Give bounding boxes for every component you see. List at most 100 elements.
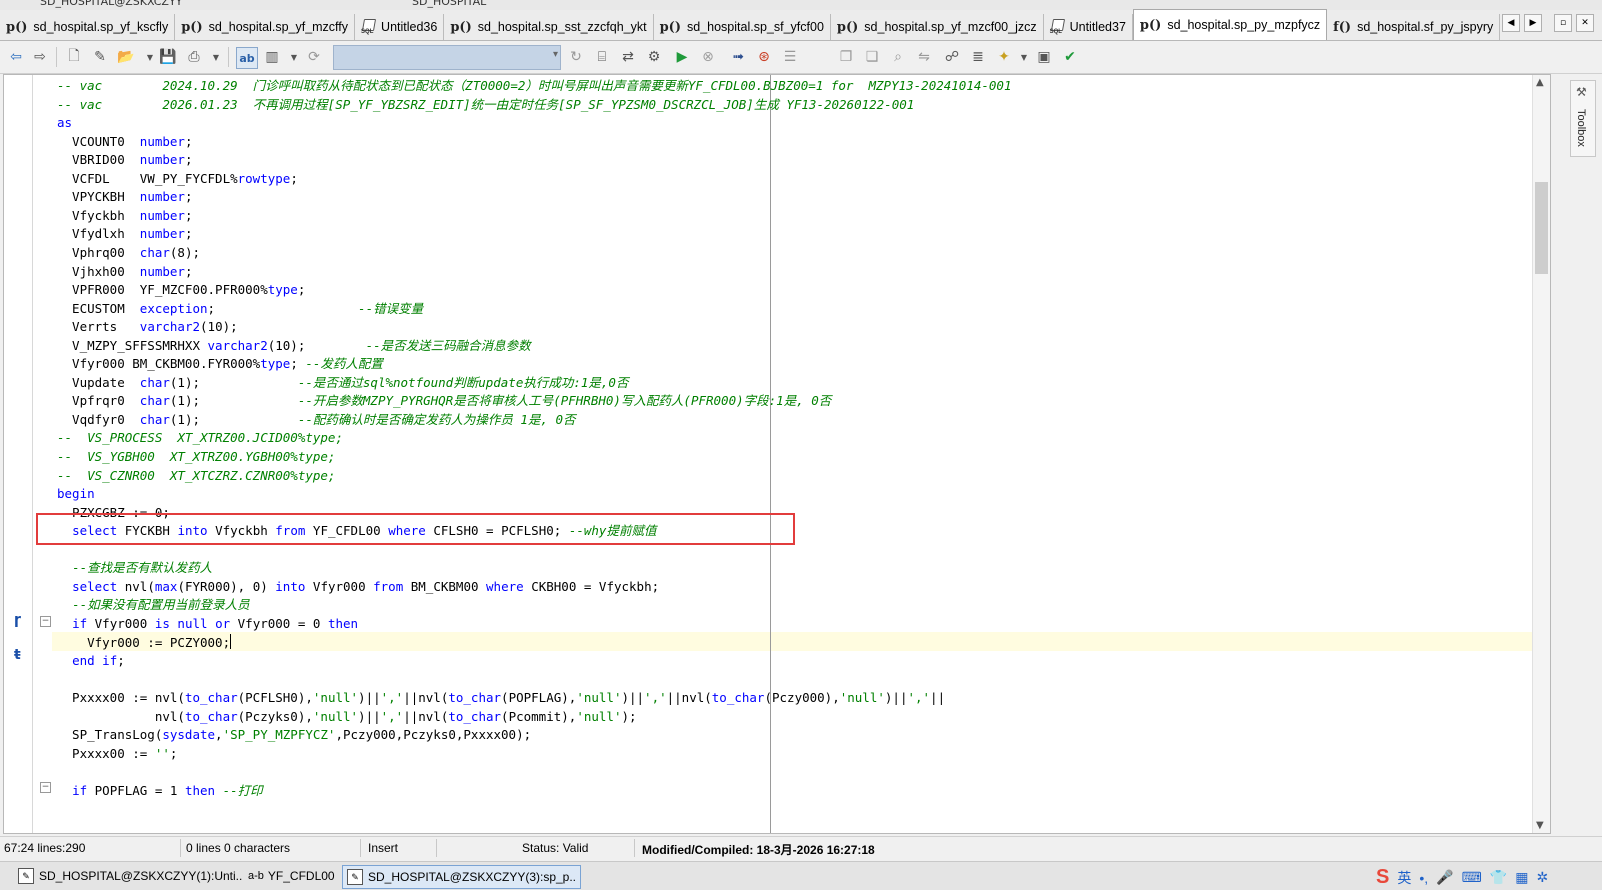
step-icon[interactable]: ➟: [728, 47, 748, 67]
code-line[interactable]: nvl(to_char(Pczyks0),'null')||','||nvl(t…: [57, 707, 637, 726]
debug-icon[interactable]: ⚙: [644, 47, 664, 67]
tab-next-icon[interactable]: ▶: [1524, 14, 1542, 32]
code-line[interactable]: VPYCKBH number;: [57, 187, 192, 206]
open-folder-icon[interactable]: 📂: [116, 47, 136, 67]
stop-icon[interactable]: ⊗: [698, 47, 718, 67]
split-view-icon[interactable]: ▥: [262, 47, 282, 67]
code-line[interactable]: Vjhxh00 number;: [57, 262, 192, 281]
code-line[interactable]: Pxxxx00 := nvl(to_char(PCFLSH0),'null')|…: [57, 688, 945, 707]
code-line[interactable]: VCFDL VW_PY_FYCFDL%rowtype;: [57, 169, 298, 188]
text-mode-icon[interactable]: ab: [236, 47, 258, 69]
indent-icon[interactable]: ☰: [780, 47, 800, 67]
forward-icon[interactable]: ⇨: [30, 47, 50, 67]
code-line[interactable]: VCOUNT0 number;: [57, 132, 192, 151]
code-line[interactable]: select nvl(max(FYR000), 0) into Vfyr000 …: [57, 577, 659, 596]
print-dropdown-icon[interactable]: ▼: [206, 47, 226, 67]
sql-icon[interactable]: ⌸: [592, 47, 612, 67]
task-window-3[interactable]: ✎ SD_HOSPITAL@ZSKXCZYY(3):sp_p..: [342, 865, 582, 889]
open-dropdown-icon[interactable]: ▼: [140, 47, 160, 67]
close-tab-icon[interactable]: ✕: [1576, 14, 1594, 32]
vertical-scrollbar[interactable]: ▲ ▼: [1532, 75, 1550, 833]
commit-icon[interactable]: ✔: [1060, 47, 1080, 67]
tab-2[interactable]: Untitled36: [355, 14, 445, 40]
task-window-1[interactable]: ✎ SD_HOSPITAL@ZSKXCZYY(1):Unti..: [14, 865, 246, 887]
copy-icon[interactable]: ❐: [836, 47, 856, 67]
tab-5[interactable]: p() sd_hospital.sp_yf_mzcf00_jzcz: [830, 14, 1044, 40]
skin-icon[interactable]: 👕: [1490, 869, 1507, 886]
code-line[interactable]: Vupdate char(1); --是否通过sql%notfound判断upd…: [57, 373, 628, 392]
compile-icon[interactable]: ⇄: [618, 47, 638, 67]
code-line[interactable]: Vpfrqr0 char(1); --开启参数MZPY_PYRGHQR是否将审核…: [57, 391, 831, 410]
code-line[interactable]: begin: [57, 484, 95, 503]
beautify-icon[interactable]: ✦: [994, 47, 1014, 67]
sogou-ime-icon[interactable]: S: [1376, 866, 1389, 889]
code-line[interactable]: -- vac 2026.01.23 不再调用过程[SP_YF_YBZSRZ_ED…: [57, 95, 914, 114]
code-line[interactable]: -- VS_YGBH00 XT_XTRZ00.YGBH00%type;: [57, 447, 335, 466]
refresh-object-icon[interactable]: ⟳: [304, 47, 324, 67]
tab-1[interactable]: p() sd_hospital.sp_yf_mzcffy: [175, 14, 356, 40]
microphone-icon[interactable]: 🎤: [1436, 869, 1453, 886]
scroll-down-icon[interactable]: ▼: [1536, 820, 1544, 831]
code-line[interactable]: Pxxxx00 := '';: [57, 744, 177, 763]
template-icon[interactable]: ▣: [1034, 47, 1054, 67]
code-line[interactable]: Vqdfyr0 char(1); --配药确认时是否确定发药人为操作员 1是, …: [57, 410, 575, 429]
new-object-icon[interactable]: ✎: [90, 47, 110, 67]
fold-toggle-icon[interactable]: −: [40, 616, 51, 627]
beautify-dropdown-icon[interactable]: ▼: [1014, 47, 1034, 67]
string-token: 'SP_PY_MZPFYCZ': [222, 727, 336, 743]
paste-icon[interactable]: ❏: [862, 47, 882, 67]
code-line[interactable]: Vfydlxh number;: [57, 224, 192, 243]
code-line[interactable]: ECUSTOM exception; --错误变量: [57, 299, 423, 318]
window-restore-icon[interactable]: ▫: [1554, 14, 1572, 32]
save-icon[interactable]: 💾: [158, 47, 178, 67]
keyboard-icon[interactable]: ⌨: [1462, 869, 1482, 886]
code-line[interactable]: -- vac 2024.10.29 门诊呼叫取药从待配状态到已配状态（ZT000…: [57, 76, 1011, 95]
code-line[interactable]: Verrts varchar2(10);: [57, 317, 238, 336]
punctuation-icon[interactable]: •,: [1419, 870, 1428, 886]
code-line[interactable]: V_MZPY_SFFSSMRHXX varchar2(10); --是否发送三码…: [57, 336, 531, 355]
tab-0[interactable]: p() sd_hospital.sp_yf_kscfly: [0, 14, 176, 40]
code-editor[interactable]: ɼ ŧ − − -- vac 2024.10.29 门诊呼叫取药从待配状态到已配…: [3, 74, 1551, 834]
code-line[interactable]: Vfyr000 := PCZY000;: [57, 633, 232, 652]
new-file-icon[interactable]: 🗋: [64, 47, 84, 67]
replace-icon[interactable]: ⇋: [914, 47, 934, 67]
tab-4[interactable]: p() sd_hospital.sp_sf_yfcf00: [653, 14, 831, 40]
code-line[interactable]: Vfyckbh number;: [57, 206, 192, 225]
tab-3[interactable]: p() sd_hospital.sp_sst_zzcfqh_ykt: [444, 14, 654, 40]
ime-language[interactable]: 英: [1397, 868, 1411, 888]
scroll-up-icon[interactable]: ▲: [1536, 77, 1544, 88]
code-line[interactable]: VBRID00 number;: [57, 150, 192, 169]
code-line[interactable]: -- VS_CZNR00 XT_XTCZRZ.CZNR00%type;: [57, 466, 335, 485]
code-line[interactable]: -- VS_PROCESS XT_XTRZ00.JCID00%type;: [57, 428, 343, 447]
breakpoint-icon[interactable]: ⊛: [754, 47, 774, 67]
code-line[interactable]: VPFR000 YF_MZCF00.PFR000%type;: [57, 280, 305, 299]
code-line[interactable]: if Vfyr000 is null or Vfyr000 = 0 then: [57, 614, 358, 633]
list-icon[interactable]: ≣: [968, 47, 988, 67]
settings-icon[interactable]: ✲: [1536, 869, 1548, 886]
fold-toggle-icon[interactable]: −: [40, 782, 51, 793]
code-line[interactable]: Vphrq00 char(8);: [57, 243, 200, 262]
code-line[interactable]: as: [57, 113, 72, 132]
code-line[interactable]: --查找是否有默认发药人: [57, 558, 212, 577]
scroll-thumb[interactable]: [1535, 182, 1548, 274]
find-icon[interactable]: ⌕: [888, 47, 908, 67]
task-window-2[interactable]: a-b YF_CFDL00: [244, 865, 339, 887]
tab-prev-icon[interactable]: ◀: [1502, 14, 1520, 32]
toolbox-grid-icon[interactable]: ▦: [1515, 869, 1528, 886]
execute-icon[interactable]: ▶: [672, 47, 692, 67]
code-line[interactable]: end if;: [57, 651, 125, 670]
code-line[interactable]: if POPFLAG = 1 then --打印: [57, 781, 263, 800]
toolbox-panel[interactable]: ⚒ Toolbox: [1570, 80, 1596, 157]
code-line[interactable]: Vfyr000 BM_CKBM00.FYR000%type; --发药人配置: [57, 354, 383, 373]
tab-6[interactable]: Untitled37: [1043, 14, 1133, 40]
tab-8[interactable]: f() sd_hospital.sf_py_jspyry: [1327, 14, 1501, 40]
tab-7[interactable]: p() sd_hospital.sp_py_mzpfycz: [1132, 9, 1328, 40]
object-selector[interactable]: ▾: [333, 45, 561, 70]
view-dropdown-icon[interactable]: ▼: [284, 47, 304, 67]
reload-icon[interactable]: ↻: [566, 47, 586, 67]
code-line[interactable]: --如果没有配置用当前登录人员: [57, 595, 250, 614]
back-icon[interactable]: ⇦: [6, 47, 26, 67]
print-icon[interactable]: ⎙: [184, 47, 204, 67]
code-line[interactable]: SP_TransLog(sysdate,'SP_PY_MZPFYCZ',Pczy…: [57, 725, 531, 744]
explain-plan-icon[interactable]: ☍: [942, 47, 962, 67]
